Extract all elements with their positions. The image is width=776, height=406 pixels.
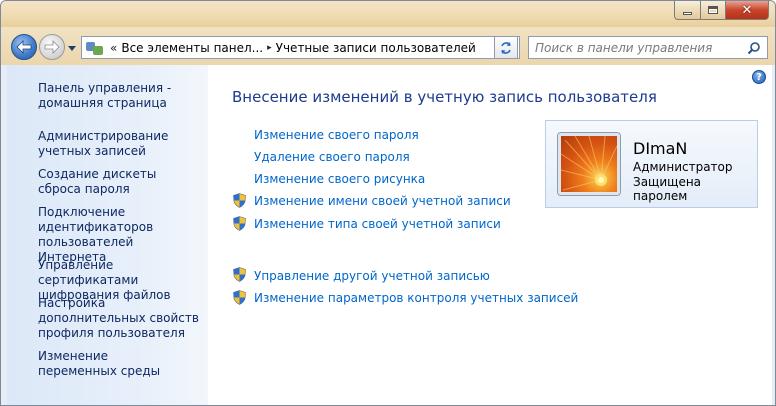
sidebar-item-manage-accounts[interactable]: Администрирование учетных записей xyxy=(38,129,208,159)
sidebar-item-password-reset-disk[interactable]: Создание дискеты сброса пароля xyxy=(38,167,188,197)
title-bar[interactable]: ✕ xyxy=(1,1,775,27)
sidebar-item-control-panel-home[interactable]: Панель управления - домашняя страница xyxy=(38,81,188,111)
breadcrumb-all-items[interactable]: Все элементы панел... xyxy=(121,41,263,55)
content-area: Панель управления - домашняя страница Ад… xyxy=(7,65,772,405)
user-name: DImaN xyxy=(633,139,688,158)
maximize-icon xyxy=(708,6,718,14)
caption-buttons: ✕ xyxy=(674,1,769,20)
uac-shield-icon xyxy=(233,267,246,282)
minimize-icon xyxy=(683,11,692,15)
navigation-bar: « Все элементы панел... ▸ Учетные записи… xyxy=(1,27,775,65)
minimize-button[interactable] xyxy=(674,1,700,20)
task-change-account-name[interactable]: Изменение имени своей учетной записи xyxy=(254,194,511,208)
task-remove-password[interactable]: Удаление своего пароля xyxy=(254,150,410,164)
breadcrumb-separator[interactable]: ▸ xyxy=(267,43,272,53)
search-box[interactable] xyxy=(528,36,768,59)
forward-arrow-icon xyxy=(44,40,60,54)
page-title: Внесение изменений в учетную запись поль… xyxy=(232,88,657,106)
window: ✕ « Все элементы панел... ▸ Учетные запи… xyxy=(0,0,776,406)
search-icon[interactable] xyxy=(747,41,761,55)
user-card: DImaN Администратор Защищена паролем xyxy=(545,120,758,208)
user-password-status: Защищена паролем xyxy=(633,175,702,203)
refresh-button[interactable] xyxy=(494,36,518,59)
task-change-password[interactable]: Изменение своего пароля xyxy=(254,128,419,142)
sidebar: Панель управления - домашняя страница Ад… xyxy=(7,65,208,405)
recent-pages-dropdown-icon[interactable] xyxy=(67,43,77,53)
back-button[interactable] xyxy=(11,34,37,60)
forward-button[interactable] xyxy=(39,34,65,60)
maximize-button[interactable] xyxy=(700,1,725,20)
close-button[interactable]: ✕ xyxy=(725,1,769,20)
task-change-uac-settings[interactable]: Изменение параметров контроля учетных за… xyxy=(254,291,578,305)
flower-picture-icon xyxy=(561,136,617,191)
back-arrow-icon xyxy=(16,40,32,54)
breadcrumb-user-accounts[interactable]: Учетные записи пользователей xyxy=(276,41,476,55)
help-icon[interactable]: ? xyxy=(752,70,766,84)
sidebar-item-environment-variables[interactable]: Изменение переменных среды xyxy=(38,349,188,379)
address-overflow-chevron[interactable]: « xyxy=(110,41,117,55)
task-change-account-type[interactable]: Изменение типа своей учетной записи xyxy=(254,217,501,231)
sidebar-item-link-online-ids[interactable]: Подключение идентификаторов пользователе… xyxy=(38,205,198,265)
sidebar-item-advanced-profile-properties[interactable]: Настройка дополнительных свойств профиля… xyxy=(38,296,203,341)
close-icon: ✕ xyxy=(741,2,753,18)
user-role: Администратор xyxy=(633,160,733,174)
task-manage-another-account[interactable]: Управление другой учетной записью xyxy=(254,269,490,283)
avatar[interactable] xyxy=(558,133,620,195)
uac-shield-icon xyxy=(233,216,246,231)
refresh-icon xyxy=(501,41,511,54)
task-change-picture[interactable]: Изменение своего рисунка xyxy=(254,172,425,186)
uac-shield-icon xyxy=(233,193,246,208)
search-input[interactable] xyxy=(535,40,735,55)
address-bar[interactable]: « Все элементы панел... ▸ Учетные записи… xyxy=(81,36,520,59)
user-accounts-icon xyxy=(86,40,104,56)
uac-shield-icon xyxy=(233,290,246,305)
